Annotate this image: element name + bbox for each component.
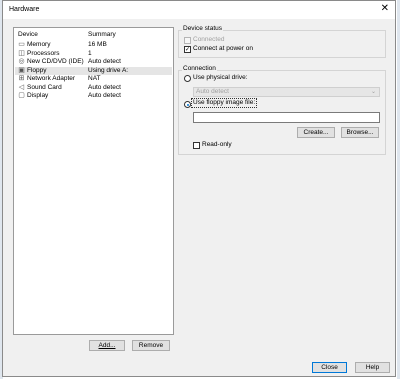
read-only-label: Read-only [202,141,232,148]
device-summary: Using drive A: [88,66,129,74]
device-row[interactable]: ▭ Memory 16 MB [15,41,172,50]
close-button[interactable]: Close [312,362,347,373]
connected-checkbox[interactable] [184,37,191,44]
processor-icon: ◫ [18,49,25,57]
chevron-down-icon: ⌄ [370,89,376,95]
device-status-group [178,30,386,58]
device-row[interactable]: ⊞ Network Adapter NAT [15,75,172,84]
device-name: Floppy [27,66,47,74]
add-device-button[interactable]: Add... [89,340,125,351]
device-row[interactable]: ▢ Display Auto detect [15,92,172,101]
device-name: Processors [27,49,60,57]
device-name: Network Adapter [27,75,76,82]
device-list[interactable]: Device Summary ▭ Memory 16 MB ◫ Processors 1 ◎… [13,27,174,335]
use-physical-drive-radio[interactable] [184,75,191,82]
device-summary: Auto detect [88,83,121,91]
connection-label: Connection [182,65,217,72]
use-physical-drive-label: Use physical drive: [193,74,248,81]
device-name: New CD/DVD (IDE) [27,58,84,65]
column-header-device[interactable]: Device [18,31,38,38]
read-only-checkbox[interactable] [193,142,200,149]
use-floppy-image-label: Use floppy image file: [190,98,258,108]
device-row[interactable]: ▣ Floppy Using drive A: [15,66,172,75]
connect-at-power-on-checkbox[interactable]: ✓ [184,46,191,53]
device-name: Memory [27,41,51,48]
connected-label: Connected [193,36,225,43]
dialog-title: Hardware [9,6,40,13]
floppy-image-path-input[interactable] [193,112,380,123]
use-floppy-image-radio[interactable] [184,101,191,108]
close-icon[interactable]: ✕ [381,3,389,15]
remove-device-button[interactable]: Remove [132,340,170,351]
sound-card-icon: ◁ [18,83,25,91]
device-summary: 16 MB [88,41,107,48]
device-row[interactable]: ◁ Sound Card Auto detect [15,84,172,93]
help-button[interactable]: Help [355,362,390,373]
device-summary: 1 [88,49,92,57]
device-name: Sound Card [27,83,62,91]
device-summary: NAT [88,75,101,82]
memory-icon: ▭ [18,41,25,48]
device-summary: Auto detect [88,58,121,65]
create-button[interactable]: Create... [297,127,335,138]
network-adapter-icon: ⊞ [18,75,25,82]
floppy-icon: ▣ [18,66,25,74]
cd-dvd-icon: ◎ [18,58,25,65]
display-icon: ▢ [18,92,25,99]
title-bar: Hardware ✕ [3,1,395,19]
device-row[interactable]: ◫ Processors 1 [15,50,172,59]
device-row[interactable]: ◎ New CD/DVD (IDE) Auto detect [15,58,172,67]
device-summary: Auto detect [88,92,121,99]
connect-at-power-on-label: Connect at power on [193,45,253,52]
browse-button[interactable]: Browse... [341,127,379,138]
device-status-label: Device status [182,25,224,32]
physical-drive-select[interactable]: Auto detect ⌄ [193,87,380,97]
device-name: Display [27,92,49,99]
column-header-summary[interactable]: Summary [88,31,116,38]
device-list-header: Device Summary [14,31,173,40]
